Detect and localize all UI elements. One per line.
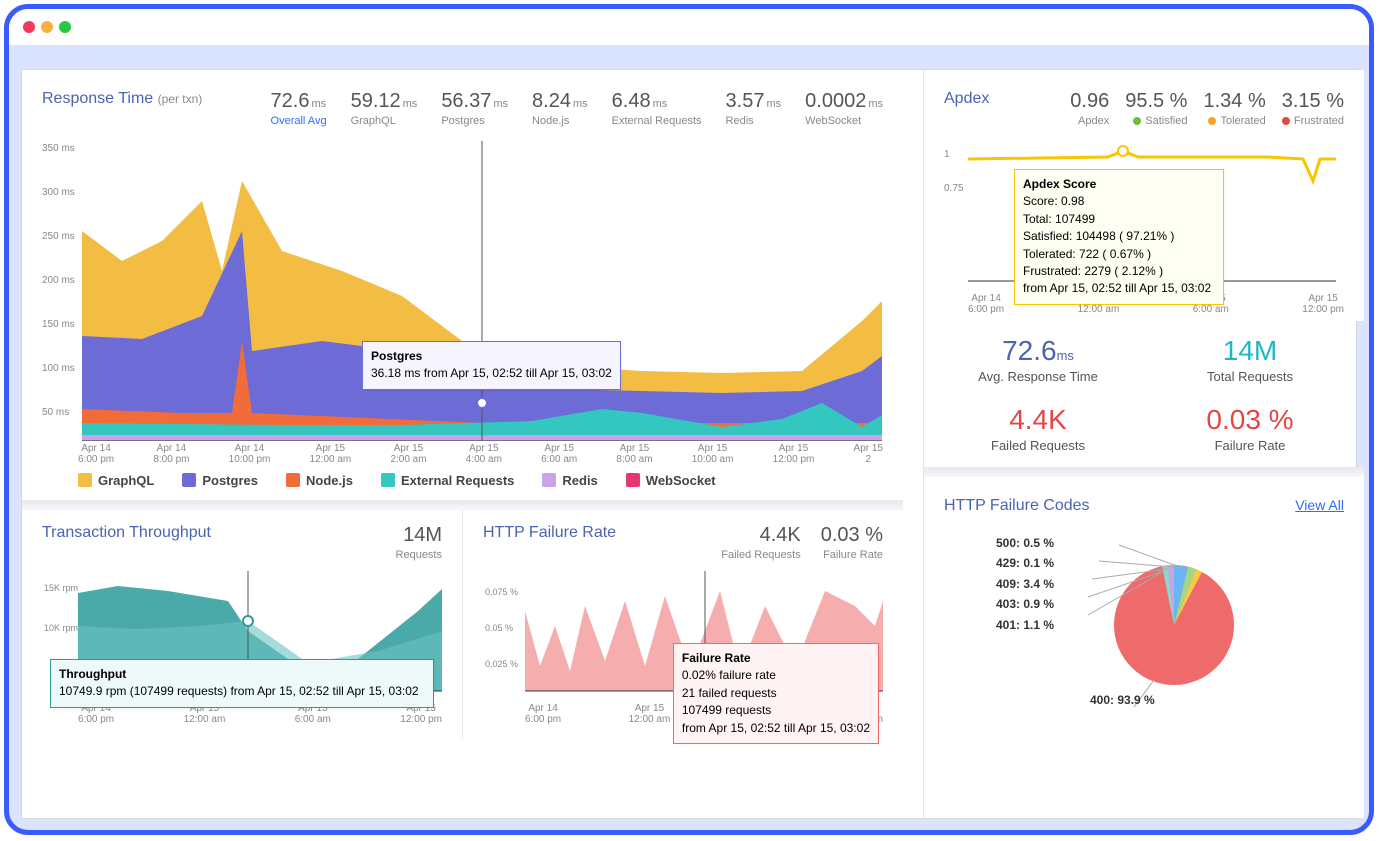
panel-title: Apdex (944, 90, 989, 108)
x-axis-labels: Apr 146:00 pmApr 148:00 pmApr 1410:00 pm… (42, 441, 883, 465)
close-icon[interactable] (23, 21, 35, 33)
svg-text:1: 1 (944, 149, 950, 160)
svg-text:10K rpm: 10K rpm (44, 623, 78, 633)
failure-chart[interactable]: 0.075 % 0.05 % 0.025 % (483, 571, 883, 701)
throughput-total: 14M (396, 524, 442, 547)
svg-text:0.075 %: 0.075 % (485, 587, 518, 597)
kpi-total-requests: 14M Total Requests (1144, 335, 1356, 384)
metric-postgres: 56.37ms Postgres (441, 90, 508, 127)
apdex-metric-satisfied: 95.5 % Satisfied (1125, 90, 1187, 127)
svg-text:0.025 %: 0.025 % (485, 659, 518, 669)
svg-text:100 ms: 100 ms (42, 363, 75, 374)
metric-redis: 3.57ms Redis (726, 90, 782, 127)
failed-requests: 4.4K (721, 524, 801, 547)
legend-websocket[interactable]: WebSocket (626, 473, 716, 488)
panel-title: Transaction Throughput (42, 524, 211, 561)
response-time-chart[interactable]: 350 ms 300 ms 250 ms 200 ms 150 ms 100 ms 50 m… (42, 141, 882, 441)
metric-external-requests: 6.48ms External Requests (612, 90, 702, 127)
bottom-row: Transaction Throughput 14M Requests 15K … (22, 510, 903, 739)
panel-throughput: Transaction Throughput 14M Requests 15K … (22, 510, 462, 739)
kpi-failure-rate: 0.03 % Failure Rate (1144, 404, 1356, 453)
apdex-chart[interactable]: 1 0.75 (944, 141, 1339, 291)
response-metrics: 72.6ms Overall Avg 59.12ms GraphQL 56.37ms… (271, 90, 883, 127)
kpi-avg-response-time: 72.6ms Avg. Response Time (932, 335, 1144, 384)
apdex-metrics: 0.96 Apdex 95.5 % Satisfied 1.34 % Tolerat… (1070, 90, 1344, 127)
metric-websocket: 0.0002ms WebSocket (805, 90, 883, 127)
titlebar (9, 9, 1369, 45)
apdex-metric-tolerated: 1.34 % Tolerated (1203, 90, 1265, 127)
panel-title: HTTP Failure Codes (944, 497, 1090, 515)
failure-rate: 0.03 % (821, 524, 883, 547)
kpi-grid: 72.6ms Avg. Response Time14M Total Reque… (924, 321, 1364, 467)
panel-failure-codes: HTTP Failure Codes View All (924, 477, 1364, 818)
pie-labels: 500: 0.5 %429: 0.1 %409: 3.4 %403: 0.9 %… (996, 533, 1054, 635)
svg-text:50 ms: 50 ms (42, 407, 69, 418)
svg-text:200 ms: 200 ms (42, 275, 75, 286)
svg-text:150 ms: 150 ms (42, 319, 75, 330)
zoom-icon[interactable] (59, 21, 71, 33)
apdex-metric-apdex: 0.96 Apdex (1070, 90, 1109, 127)
panel-failure-rate: HTTP Failure Rate 4.4K Failed Requests 0… (462, 510, 903, 739)
minimize-icon[interactable] (41, 21, 53, 33)
left-column: Response Time (per txn) 72.6ms Overall A… (22, 70, 903, 818)
apdex-metric-frustrated: 3.15 % Frustrated (1282, 90, 1344, 127)
svg-text:0.05 %: 0.05 % (485, 623, 513, 633)
metric-graphql: 59.12ms GraphQL (351, 90, 418, 127)
right-column: Apdex 0.96 Apdex 95.5 % Satisfied 1.34 % T… (923, 70, 1364, 818)
panel-apdex: Apdex 0.96 Apdex 95.5 % Satisfied 1.34 % T… (924, 70, 1364, 321)
svg-text:15K rpm: 15K rpm (44, 583, 78, 593)
panel-response-time: Response Time (per txn) 72.6ms Overall A… (22, 70, 903, 500)
metric-node-js: 8.24ms Node.js (532, 90, 588, 127)
legend-redis[interactable]: Redis (542, 473, 597, 488)
throughput-chart[interactable]: 15K rpm 10K rpm (42, 571, 442, 701)
panel-title: HTTP Failure Rate (483, 524, 616, 561)
legend-graphql[interactable]: GraphQL (78, 473, 154, 488)
legend-postgres[interactable]: Postgres (182, 473, 258, 488)
kpi-failed-requests: 4.4K Failed Requests (932, 404, 1144, 453)
chart-legend: GraphQL Postgres Node.js External Requests R… (42, 465, 883, 494)
legend-node-js[interactable]: Node.js (286, 473, 353, 488)
app-window: Response Time (per txn) 72.6ms Overall A… (4, 4, 1374, 835)
dashboard: Response Time (per txn) 72.6ms Overall A… (21, 69, 1357, 819)
svg-text:250 ms: 250 ms (42, 231, 75, 242)
panel-title: Response Time (per txn) (42, 90, 202, 108)
legend-external-requests[interactable]: External Requests (381, 473, 514, 488)
view-all-link[interactable]: View All (1295, 497, 1344, 515)
svg-text:0.75: 0.75 (944, 183, 964, 194)
svg-text:300 ms: 300 ms (42, 187, 75, 198)
pie-label-400: 400: 93.9 % (1090, 693, 1155, 707)
svg-text:350 ms: 350 ms (42, 143, 75, 154)
metric-overall-avg: 72.6ms Overall Avg (271, 90, 327, 127)
